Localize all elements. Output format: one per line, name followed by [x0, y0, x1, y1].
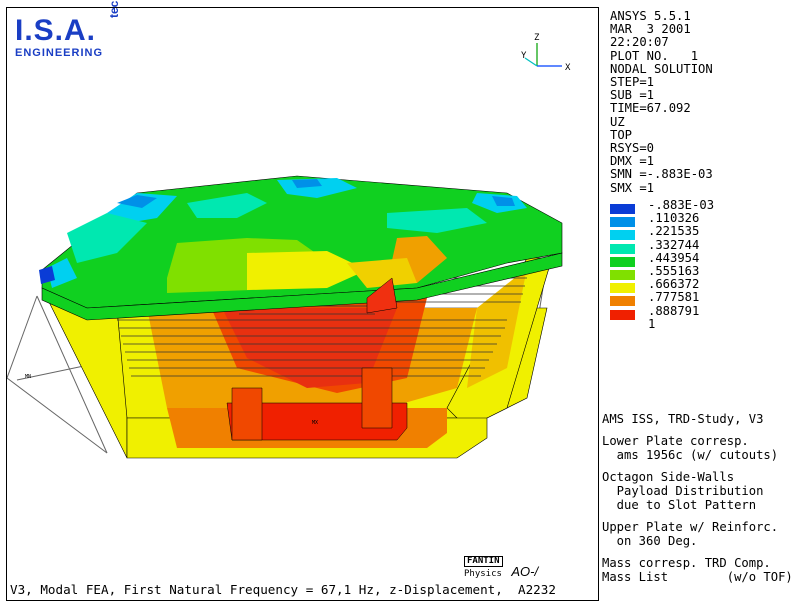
solution-info: ANSYS 5.5.1 MAR 3 2001 22:20:07 PLOT NO. 1N… — [610, 9, 713, 195]
legend-swatch — [610, 256, 635, 267]
note-block: AMS ISS, TRD-Study, V3 — [602, 412, 764, 426]
legend-swatch — [610, 309, 635, 320]
stamp-box-text: FANTIN — [464, 556, 503, 567]
legend-label: .221535 — [648, 224, 700, 239]
stamp-ao-text: AO-/ — [511, 564, 539, 579]
legend-swatch — [610, 204, 635, 214]
stamp-sub-text: Physics — [464, 569, 502, 579]
mesh-label-mn: MN — [25, 374, 31, 380]
mesh-label-mx: MX — [312, 420, 318, 426]
triad-label-z: Z — [534, 33, 540, 43]
triad-label-y: Y — [521, 51, 527, 61]
info-line: TIME=67.092 — [610, 101, 691, 116]
legend-label: .443954 — [648, 250, 700, 265]
info-line: PLOT NO. 1 — [610, 48, 699, 63]
info-line: SMX =1 — [610, 180, 655, 195]
legend-label: .110326 — [648, 211, 700, 226]
note-block: Octagon Side-Walls Payload Distribution … — [602, 470, 764, 512]
legend-swatch — [610, 269, 635, 280]
logo-main-text: I.S.A. — [15, 14, 97, 47]
info-line: UZ — [610, 114, 625, 129]
triad-label-x: X — [565, 63, 571, 73]
note-block: Mass corresp. TRD Comp. Mass List (w/o T… — [602, 556, 793, 584]
info-line: SMN =-.883E-03 — [610, 167, 713, 182]
plot-viewport: MX MN Z Y X I.S.A. tec ENGINEERING FANTI… — [6, 1, 599, 601]
legend-swatch — [610, 230, 635, 241]
upper-plate — [39, 175, 563, 321]
note-block: Upper Plate w/ Reinforc. on 360 Deg. — [602, 520, 779, 548]
legend-swatch — [610, 217, 635, 228]
legend-label: -.883E-03 — [648, 198, 715, 212]
logo-subtitle: ENGINEERING — [15, 47, 104, 59]
legend-swatch — [610, 243, 635, 254]
logo-tec-text: tec — [107, 0, 121, 18]
figure-caption: V3, Modal FEA, First Natural Frequency =… — [10, 582, 556, 597]
legend-label: .555163 — [648, 263, 700, 278]
legend-label: .666372 — [648, 277, 700, 292]
coordinate-triad: Z Y X — [521, 33, 571, 73]
fea-model-plot: MX MN Z Y X — [7, 33, 571, 459]
legend-label: .888791 — [648, 303, 700, 318]
legend-swatch — [610, 296, 635, 307]
legend-label: 1 — [648, 316, 656, 331]
info-line: 22:20:07 — [610, 35, 669, 50]
legend-label: .777581 — [648, 290, 700, 305]
model-notes: AMS ISS, TRD-Study, V3 Lower Plate corres… — [602, 412, 793, 592]
isa-logo: I.S.A. tec ENGINEERING — [15, 1, 121, 59]
legend-label: .332744 — [648, 237, 700, 252]
fantin-stamp: FANTIN Physics AO-/ — [464, 556, 538, 579]
note-block: Lower Plate corresp. ams 1956c (w/ cutou… — [602, 434, 779, 462]
legend-swatch — [610, 283, 635, 294]
